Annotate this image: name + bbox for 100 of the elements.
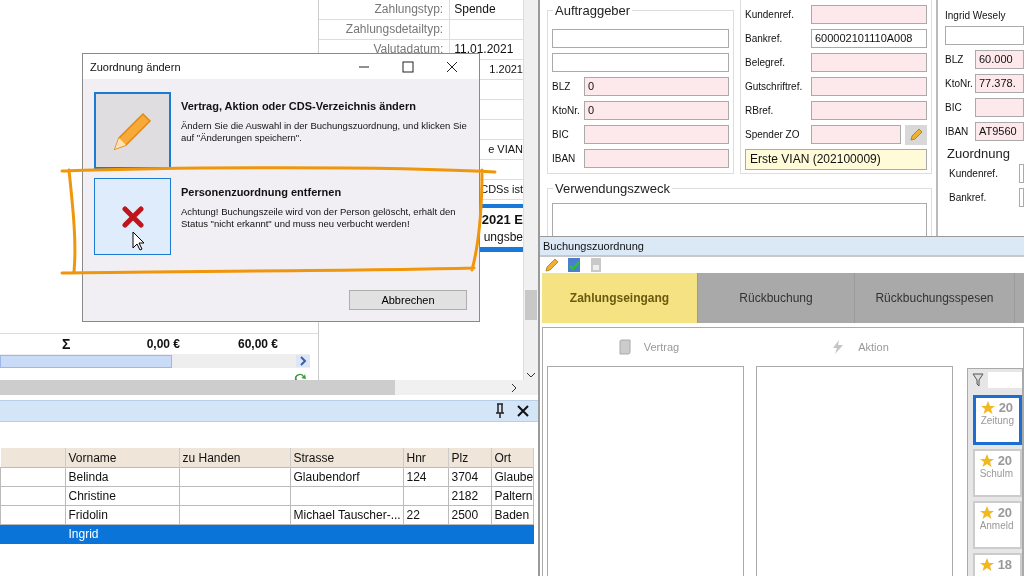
card-year: 20 bbox=[997, 505, 1013, 520]
table-cell: Christine bbox=[68, 489, 116, 503]
sum-value: 60,00 € bbox=[236, 337, 278, 351]
sum-symbol: Σ bbox=[62, 336, 72, 352]
close-icon[interactable] bbox=[445, 59, 459, 74]
card-year: 20 bbox=[997, 453, 1013, 468]
star-icon bbox=[979, 505, 994, 520]
column-header[interactable]: Strasse bbox=[290, 448, 403, 468]
field-label: Gutschriftref. bbox=[745, 81, 804, 92]
field-label: BIC bbox=[945, 102, 963, 113]
input-field[interactable] bbox=[811, 101, 927, 120]
scroll-down-icon[interactable] bbox=[525, 370, 537, 380]
pin-icon[interactable] bbox=[494, 403, 506, 419]
table-cell: Ingrid bbox=[68, 527, 99, 541]
panel-title: Buchungszuordnung bbox=[543, 240, 644, 252]
table-row[interactable]: Belinda Glaubendorf 124 3704 Glaube bbox=[0, 467, 533, 487]
field-label: Bankref. bbox=[949, 191, 988, 203]
field-label: Kundenref. bbox=[745, 9, 795, 20]
field-label: Valutadatum: bbox=[373, 42, 444, 56]
input-field[interactable]: 0 bbox=[584, 101, 729, 120]
input-field[interactable] bbox=[1019, 163, 1024, 183]
cursor-icon bbox=[132, 231, 146, 251]
input-field[interactable] bbox=[584, 125, 729, 144]
field-label: BLZ bbox=[945, 54, 965, 65]
table-cell: Belinda bbox=[68, 470, 109, 484]
column-header[interactable]: Hnr bbox=[403, 448, 448, 468]
table-cell: 3704 bbox=[451, 470, 479, 484]
input-field[interactable]: 600002101110A008 bbox=[811, 29, 927, 48]
field-value: 11.01.2021 bbox=[454, 42, 514, 56]
column-header[interactable]: zu Handen bbox=[179, 448, 290, 468]
input-field[interactable] bbox=[945, 26, 1024, 45]
notice-text: ungsbe bbox=[483, 230, 523, 244]
input-field[interactable]: 0 bbox=[584, 77, 729, 96]
payer-name: Ingrid Wesely bbox=[945, 10, 1007, 23]
edit-option-button[interactable] bbox=[94, 92, 171, 169]
card-name: Schulm bbox=[979, 468, 1014, 479]
field-label: BIC bbox=[552, 129, 570, 140]
table-row[interactable]: Fridolin Michael Tauscher-... 22 2500 Baden bbox=[0, 505, 533, 525]
input-field[interactable] bbox=[975, 98, 1024, 117]
table-cell: 124 bbox=[406, 470, 427, 484]
field-label: IBAN bbox=[945, 126, 970, 137]
field-label: IBAN bbox=[552, 153, 577, 164]
table-cell: 22 bbox=[406, 508, 420, 522]
horizontal-scrollbar[interactable] bbox=[0, 354, 311, 368]
input-field[interactable] bbox=[552, 53, 729, 72]
input-field[interactable] bbox=[1019, 187, 1024, 207]
field-label: Kundenref. bbox=[949, 167, 999, 179]
scroll-icon bbox=[617, 339, 632, 355]
card-year: 18 bbox=[997, 557, 1013, 572]
notice-title: 2021 E bbox=[481, 212, 523, 227]
input-field[interactable]: AT9560 bbox=[975, 122, 1024, 141]
table-cell: Fridolin bbox=[68, 508, 108, 522]
field-value: 1.2021 bbox=[488, 62, 523, 77]
filter-field[interactable] bbox=[987, 372, 1022, 388]
table-cell: Baden bbox=[494, 508, 530, 522]
table-cell: Glaube bbox=[494, 470, 532, 484]
card-name: Anmeld bbox=[979, 520, 1015, 531]
field-label: KtoNr. bbox=[552, 105, 580, 116]
field-label: Belegref. bbox=[745, 57, 787, 68]
scroll-thumb[interactable] bbox=[525, 290, 537, 320]
horizontal-scrollbar[interactable] bbox=[0, 380, 538, 395]
star-icon bbox=[979, 453, 994, 468]
field-label: Zahlungstyp: bbox=[374, 2, 444, 16]
field-label: Zahlungsdetailtyp: bbox=[345, 22, 444, 36]
input-field[interactable]: 77.378. bbox=[975, 74, 1024, 93]
input-field[interactable] bbox=[584, 149, 729, 168]
scroll-right-icon[interactable] bbox=[296, 355, 311, 367]
group-title: Auftraggeber bbox=[553, 3, 633, 18]
column-header[interactable]: Ort bbox=[491, 448, 533, 468]
remove-option-button[interactable] bbox=[94, 178, 171, 255]
input-field[interactable]: 60.000 bbox=[975, 50, 1024, 69]
column-header[interactable]: Vorname bbox=[65, 448, 179, 468]
input-field[interactable] bbox=[552, 29, 729, 48]
document-icon[interactable] bbox=[588, 257, 604, 273]
cancel-button[interactable]: Abbrechen bbox=[349, 290, 467, 310]
star-icon bbox=[980, 400, 995, 415]
input-field[interactable] bbox=[811, 5, 927, 24]
input-field[interactable] bbox=[811, 125, 901, 144]
save-check-icon[interactable] bbox=[566, 257, 582, 273]
sum-value: 0,00 € bbox=[145, 337, 180, 351]
maximize-icon[interactable] bbox=[401, 59, 415, 74]
input-field[interactable] bbox=[811, 53, 927, 72]
table-row[interactable]: Christine 2182 Paltern bbox=[0, 486, 533, 506]
close-icon[interactable] bbox=[516, 404, 530, 418]
pencil-icon bbox=[909, 127, 923, 142]
table-row[interactable]: Ingrid bbox=[0, 524, 533, 544]
filter-icon[interactable] bbox=[971, 373, 984, 387]
assignment-result: Erste VIAN (202100009) bbox=[745, 149, 927, 170]
table-cell: Michael Tauscher-... bbox=[293, 508, 401, 522]
tab[interactable]: Zahlungseingang bbox=[542, 273, 698, 323]
table-cell: 2500 bbox=[451, 508, 479, 522]
star-icon bbox=[979, 557, 994, 572]
column-header[interactable]: Plz bbox=[448, 448, 491, 468]
table-cell: Glaubendorf bbox=[293, 470, 360, 484]
option-description: Ändern Sie die Auswahl in der Buchungszuordnung, und klicken Sie auf "Änderungen speichern". bbox=[181, 120, 468, 144]
table-cell: 2182 bbox=[451, 489, 479, 503]
vertical-scrollbar[interactable] bbox=[523, 0, 538, 380]
input-field[interactable] bbox=[811, 77, 927, 96]
field-value: e VIAN bbox=[487, 142, 523, 157]
edit-button[interactable] bbox=[905, 124, 927, 145]
